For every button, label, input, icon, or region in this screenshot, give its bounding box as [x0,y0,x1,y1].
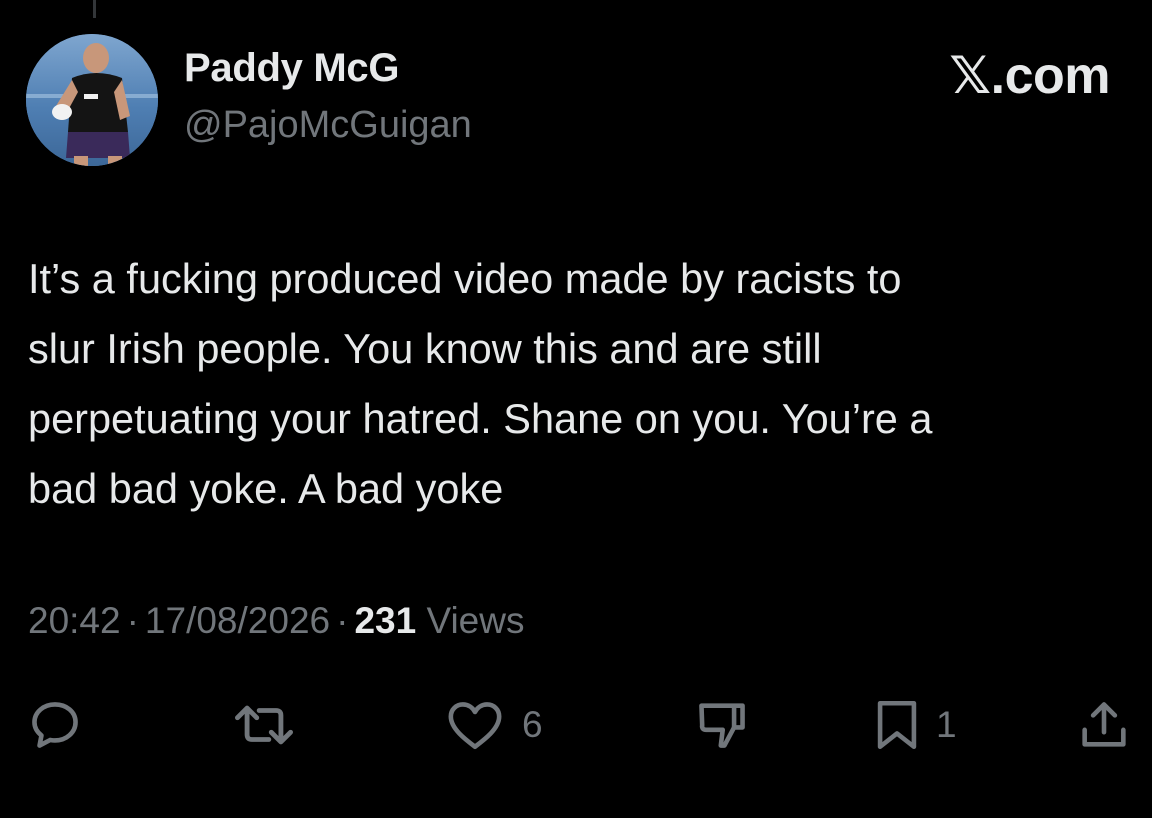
heart-icon [448,702,502,750]
user-handle[interactable]: @PajoMcGuigan [184,104,472,147]
tweet-text: It’s a fucking produced video made by ra… [28,244,1138,524]
reply-button[interactable] [26,690,84,760]
site-brand: 𝕏.com [949,47,1110,105]
views-count: 231 [354,600,417,641]
retweet-icon [235,705,293,745]
dislike-button[interactable] [692,690,752,760]
display-name[interactable]: Paddy McG [184,46,399,91]
tweet-text-line: slur Irish people. You know this and are… [28,325,822,372]
bookmark-count: 1 [936,704,957,745]
share-icon [1082,702,1126,747]
tweet-text-line: bad bad yoke. A bad yoke [28,465,504,512]
tweet-time[interactable]: 20:42 [28,600,121,641]
bookmark-button[interactable]: 1 [872,690,957,760]
reply-icon [32,702,78,748]
share-button[interactable] [1074,690,1134,760]
tweet-text-line: perpetuating your hatred. Shane on you. … [28,395,933,442]
tweet-date[interactable]: 17/08/2026 [145,600,330,641]
like-button[interactable]: 6 [442,690,543,760]
avatar[interactable] [26,34,158,166]
action-bar: 6 1 [0,690,1152,760]
meta-separator: · [336,600,349,641]
meta-separator: · [126,600,139,641]
thread-connector-line [93,0,96,18]
thumbs-down-icon [699,703,745,748]
tweet-text-line: It’s a fucking produced video made by ra… [28,255,902,302]
tweet-meta: 20:42 · 17/08/2026 · 231 Views [28,600,524,642]
retweet-button[interactable] [226,690,302,760]
like-count: 6 [522,704,543,745]
views-label: Views [426,600,525,641]
bookmark-icon [877,700,917,750]
profile-photo-icon [26,34,158,166]
